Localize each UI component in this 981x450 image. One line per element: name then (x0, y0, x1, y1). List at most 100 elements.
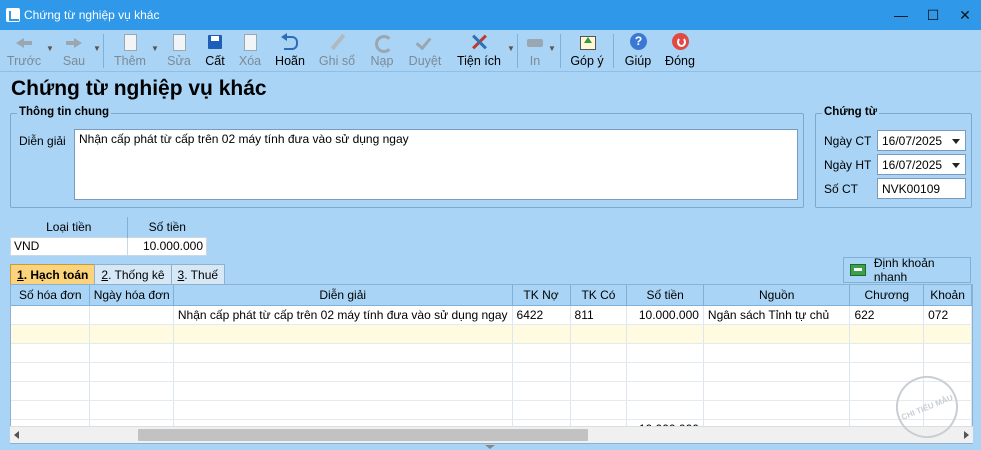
new-doc-icon (120, 32, 140, 52)
invoice-date-cell[interactable] (89, 305, 174, 325)
table-row[interactable] (11, 343, 972, 363)
save-button[interactable]: Cất (200, 32, 230, 70)
add-button[interactable]: Thêm (112, 32, 148, 70)
item-cell[interactable]: 072 (923, 305, 972, 325)
quick-entry-button[interactable]: Định khoản nhanh (843, 256, 971, 284)
tab-accounting-num: 1 (17, 268, 24, 282)
chevron-down-icon[interactable]: ▼ (93, 44, 101, 53)
horizontal-scrollbar[interactable] (10, 426, 973, 443)
delete-button[interactable]: Xóa (234, 32, 266, 70)
date-ct-value: 16/07/2025 (882, 134, 943, 148)
scrollbar-thumb[interactable] (138, 429, 588, 441)
scroll-right-icon[interactable] (964, 431, 969, 439)
maximize-button[interactable]: ☐ (917, 0, 949, 30)
approve-button[interactable]: Duyệt (406, 32, 444, 70)
description-cell[interactable]: Nhận cấp phát từ cấp trên 02 máy tính đư… (173, 305, 513, 325)
amount-cell[interactable]: 10.000.000 (626, 305, 704, 325)
date-ct-label: Ngày CT (824, 134, 872, 148)
toolbar-separator (103, 34, 104, 68)
col-debit-account[interactable]: TK Nợ (512, 285, 571, 306)
table-row[interactable]: Nhận cấp phát từ cấp trên 02 máy tính đư… (11, 305, 972, 325)
refresh-icon (372, 32, 393, 53)
arrow-left-icon (14, 32, 34, 52)
watermark-text: CHI TIẾU MẪU (899, 392, 955, 422)
cancel-label: Hoãn (275, 54, 305, 68)
col-invoice-no[interactable]: Số hóa đơn (11, 285, 91, 306)
table-row[interactable] (11, 400, 972, 420)
tab-tax-label: . Thuế (184, 268, 219, 282)
post-button[interactable]: Ghi sổ (316, 32, 358, 70)
source-cell[interactable]: Ngân sách Tỉnh tự chủ (703, 305, 851, 325)
table-row[interactable] (11, 324, 972, 344)
tools-icon (469, 32, 489, 52)
date-ct-picker[interactable]: 16/07/2025 (877, 130, 966, 151)
feedback-label: Góp ý (570, 54, 604, 68)
currency-type-header: Loại tiền (10, 217, 129, 237)
pencil-icon (327, 32, 347, 52)
prev-button[interactable]: Trước (6, 32, 42, 70)
utilities-button[interactable]: Tiện ích (454, 32, 504, 70)
chapter-cell[interactable]: 622 (849, 305, 925, 325)
voucher-no-input[interactable]: NVK00109 (877, 178, 966, 199)
cancel-button[interactable]: Hoãn (272, 32, 308, 70)
save-label: Cất (205, 54, 225, 68)
app-icon (6, 8, 20, 22)
credit-account-cell[interactable]: 811 (570, 305, 628, 325)
title-bar: Chứng từ nghiệp vụ khác — ☐ ✕ (0, 0, 981, 30)
tab-tax[interactable]: 3. Thuế (170, 264, 226, 284)
help-label: Giúp (624, 54, 652, 68)
chevron-down-icon[interactable]: ▼ (46, 44, 54, 53)
chevron-down-icon[interactable]: ▼ (151, 44, 159, 53)
minimize-button[interactable]: — (885, 0, 917, 30)
table-row[interactable] (11, 362, 972, 382)
power-icon (670, 32, 690, 52)
help-button[interactable]: Giúp (622, 32, 654, 70)
print-button[interactable]: In (522, 32, 548, 70)
feedback-button[interactable]: Góp ý (568, 32, 606, 70)
chevron-down-icon[interactable] (952, 163, 960, 168)
chevron-down-icon[interactable]: ▼ (548, 44, 556, 53)
quick-entry-label: Định khoản nhanh (873, 256, 935, 284)
toolbar-separator (517, 34, 518, 68)
reload-label: Nạp (370, 54, 394, 68)
col-credit-account[interactable]: TK Có (570, 285, 628, 306)
description-input[interactable]: Nhận cấp phát từ cấp trên 02 máy tính đư… (74, 129, 798, 200)
currency-amount-header: Số tiền (127, 217, 207, 237)
tab-statistics[interactable]: 2. Thống kê (94, 264, 172, 284)
reload-button[interactable]: Nạp (366, 32, 398, 70)
date-ht-picker[interactable]: 16/07/2025 (877, 154, 966, 175)
next-button[interactable]: Sau (56, 32, 92, 70)
invoice-no-cell[interactable] (11, 305, 91, 325)
debit-account-cell[interactable]: 6422 (512, 305, 571, 325)
add-label: Thêm (114, 54, 146, 68)
approve-label: Duyệt (408, 54, 442, 68)
col-invoice-date[interactable]: Ngày hóa đơn (89, 285, 174, 306)
edit-button[interactable]: Sửa (164, 32, 194, 70)
table-row[interactable] (11, 381, 972, 401)
prev-label: Trước (6, 54, 42, 68)
currency-amount-cell[interactable]: 10.000.000 (127, 236, 207, 256)
currency-type-cell[interactable]: VND (9, 236, 129, 256)
tab-accounting[interactable]: 1. Hạch toán (10, 264, 96, 284)
date-ht-label: Ngày HT (824, 158, 872, 172)
help-icon (628, 32, 648, 52)
close-button[interactable]: ✕ (949, 0, 981, 30)
chevron-down-icon[interactable] (952, 139, 960, 144)
col-amount[interactable]: Số tiền (626, 285, 704, 306)
col-item[interactable]: Khoản (923, 285, 972, 306)
col-source[interactable]: Nguồn (703, 285, 851, 306)
description-label: Diễn giải (19, 134, 66, 148)
edit-label: Sửa (167, 54, 191, 68)
close-form-button[interactable]: Đóng (662, 32, 698, 70)
col-description[interactable]: Diễn giải (173, 285, 513, 306)
currency-table: Loại tiền Số tiền VND 10.000.000 (9, 217, 207, 256)
accounting-grid: Số hóa đơn Ngày hóa đơn Diễn giải TK Nợ … (10, 284, 973, 444)
chevron-down-icon[interactable]: ▼ (507, 44, 515, 53)
col-chapter[interactable]: Chương (849, 285, 925, 306)
scroll-left-icon[interactable] (14, 431, 19, 439)
table-row[interactable]: VND 10.000.000 (9, 236, 207, 256)
date-ht-value: 16/07/2025 (882, 158, 943, 172)
toolbar: Trước ▼ Sau ▼ Thêm ▼ Sửa Cất Xóa Hoãn Gh… (0, 30, 981, 72)
next-label: Sau (62, 54, 86, 68)
splitter-handle[interactable] (480, 444, 500, 450)
